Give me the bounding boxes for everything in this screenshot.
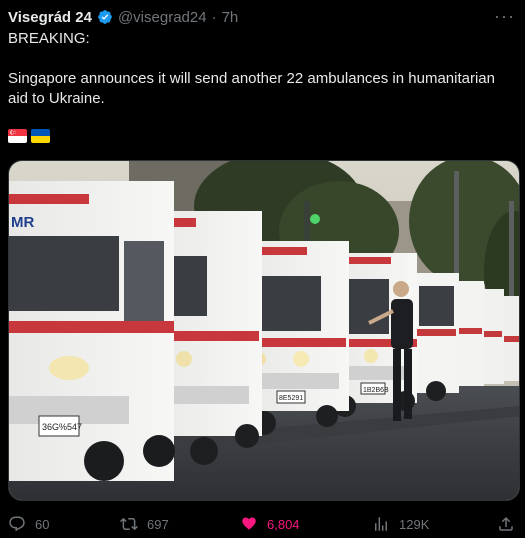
like-count: 6,804	[267, 516, 300, 532]
tweet-text: BREAKING: Singapore announces it will se…	[8, 29, 518, 109]
plate-front: 36G%547	[42, 422, 82, 432]
tweet-actions: 60 697 6,804 129K	[0, 512, 525, 536]
tweet-timestamp[interactable]: 7h	[222, 9, 239, 26]
more-options-button[interactable]: ···	[494, 6, 515, 27]
plate-right: 1B2B6B	[363, 387, 389, 394]
repost-icon	[120, 517, 138, 531]
repost-button[interactable]: 697	[120, 512, 169, 536]
tweet-text-line-breaking: BREAKING:	[8, 30, 90, 47]
share-button[interactable]	[497, 512, 515, 536]
flag-emojis	[8, 129, 50, 143]
singapore-flag-icon	[8, 129, 27, 143]
views-icon	[375, 517, 387, 531]
author-handle[interactable]: @visegrad24	[118, 9, 207, 26]
share-icon	[499, 516, 513, 531]
tweet-header: Visegrád 24 @visegrad24 · 7h	[8, 7, 238, 27]
repost-count: 697	[147, 516, 169, 532]
plate-middle: 8E5291	[279, 395, 303, 402]
separator-dot: ·	[211, 8, 217, 26]
ambulance-logo: MR	[11, 214, 34, 231]
views-count: 129K	[399, 516, 430, 532]
heart-icon	[242, 517, 256, 530]
tweet-text-body: Singapore announces it will send another…	[8, 70, 495, 107]
views-button[interactable]: 129K	[372, 512, 429, 536]
reply-count: 60	[35, 516, 50, 532]
ukraine-flag-icon	[31, 129, 50, 143]
like-button[interactable]: 6,804	[240, 512, 300, 536]
ambulances-photo: 1B2B6B 8E5291 MR 36G%547	[9, 161, 519, 500]
verified-badge-icon	[98, 10, 112, 24]
tweet-photo[interactable]: 1B2B6B 8E5291 MR 36G%547	[8, 160, 520, 501]
reply-icon	[9, 516, 25, 532]
author-name[interactable]: Visegrád 24	[8, 9, 92, 26]
reply-button[interactable]: 60	[8, 512, 49, 536]
